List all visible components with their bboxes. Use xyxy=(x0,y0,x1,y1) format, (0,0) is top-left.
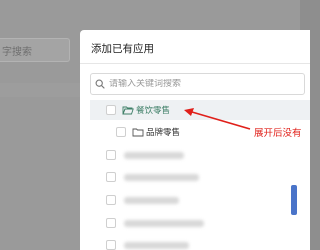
list-item[interactable] xyxy=(80,167,310,187)
dialog-divider xyxy=(80,63,310,64)
checkbox[interactable] xyxy=(116,127,126,137)
scrollbar-thumb[interactable] xyxy=(291,185,297,215)
annotation-text: 展开后没有 xyxy=(254,128,302,139)
blurred-label xyxy=(124,151,184,159)
background-table-header xyxy=(0,83,80,97)
blurred-label xyxy=(124,219,204,227)
checkbox[interactable] xyxy=(106,150,116,160)
search-icon xyxy=(91,74,109,94)
background-search-placeholder: 字搜索 xyxy=(2,47,32,58)
checkbox[interactable] xyxy=(106,218,116,228)
list-item[interactable] xyxy=(80,213,310,233)
list-item[interactable] xyxy=(80,145,310,165)
checkbox[interactable] xyxy=(106,172,116,182)
tree-node-catering-retail[interactable]: 餐饮零售 xyxy=(90,100,310,120)
blurred-label xyxy=(124,173,199,181)
add-existing-app-dialog: 添加已有应用 餐饮零售 品牌零售 xyxy=(80,30,310,250)
search-input[interactable] xyxy=(109,79,289,89)
folder-open-icon xyxy=(122,105,134,115)
search-box[interactable] xyxy=(90,73,305,95)
background-search-input: 字搜索 xyxy=(0,38,70,62)
list-item[interactable] xyxy=(80,235,310,250)
dialog-title: 添加已有应用 xyxy=(91,43,154,55)
blurred-label xyxy=(124,241,189,249)
list-item[interactable] xyxy=(80,190,310,210)
checkbox[interactable] xyxy=(106,195,116,205)
tree-node-label: 餐饮零售 xyxy=(136,106,171,116)
checkbox[interactable] xyxy=(106,105,116,115)
blurred-label xyxy=(124,196,179,204)
checkbox[interactable] xyxy=(106,240,116,250)
folder-icon xyxy=(132,127,144,137)
tree-node-label: 品牌零售 xyxy=(146,128,181,138)
